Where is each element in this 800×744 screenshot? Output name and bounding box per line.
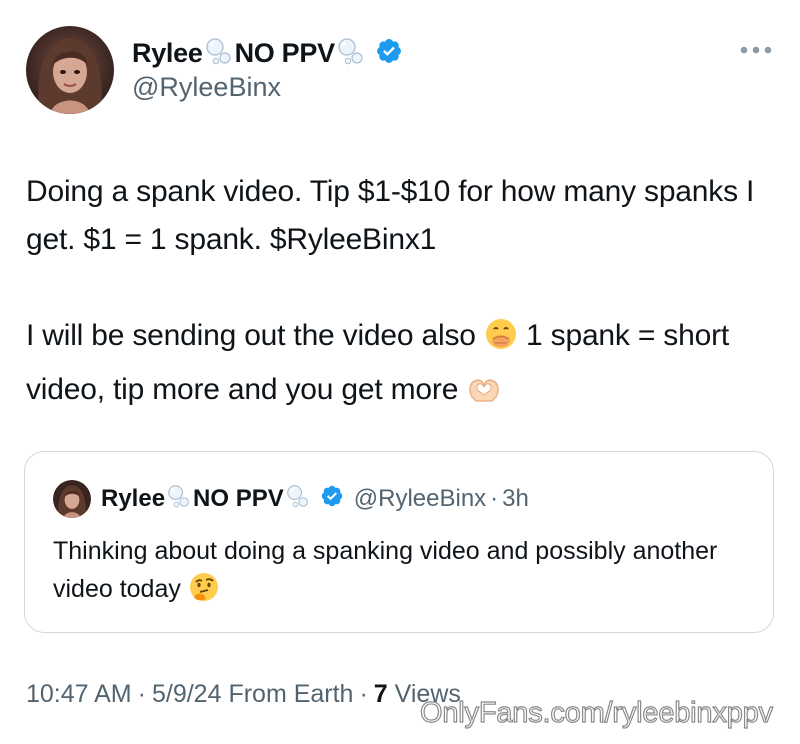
tweet-metadata: 10:47 AM · 5/9/24 From Earth · 7 Views: [26, 680, 461, 709]
author-display-name-second[interactable]: NO PPV: [235, 38, 336, 69]
tweet-paragraph-1: Doing a spank video. Tip $1-$10 for how …: [26, 175, 755, 256]
quoted-handle: @RyleeBinx: [353, 485, 487, 512]
more-options-icon[interactable]: [738, 42, 774, 58]
verified-badge-icon: [320, 484, 344, 515]
quoted-tweet[interactable]: Rylee NO PPV @RyleeBinx · 3h Thinking ab…: [24, 451, 774, 633]
face-with-hand-over-mouth-emoji-icon: [484, 317, 518, 366]
quoted-text: Thinking about doing a spanking video an…: [53, 532, 753, 614]
heart-hands-emoji-icon: [466, 372, 502, 420]
meta-separator: ·: [137, 680, 146, 708]
quoted-display-name-first: Rylee: [101, 485, 166, 512]
tweet-paragraph-2: I will be sending out the video also 1 s…: [26, 312, 786, 420]
tweet-card: Rylee NO PPV @RyleeBinx Doing a spank vi…: [0, 0, 800, 744]
author-handle[interactable]: @RyleeBinx: [132, 72, 281, 103]
quoted-text-content: Thinking about doing a spanking video an…: [53, 537, 718, 603]
quoted-display-name-second: NO PPV: [193, 485, 284, 512]
watermark: OnlyFans.com/ryleebinxppv: [419, 696, 773, 729]
author-avatar[interactable]: [26, 26, 114, 114]
quoted-separator: ·: [490, 485, 499, 512]
author-name-row[interactable]: Rylee NO PPV: [132, 34, 403, 72]
bubbles-icon: [167, 483, 191, 516]
views-count: 7: [373, 680, 388, 708]
quoted-header: Rylee NO PPV @RyleeBinx · 3h: [101, 480, 529, 518]
quoted-author-avatar[interactable]: [53, 480, 91, 518]
tweet-time[interactable]: 10:47 AM: [26, 680, 132, 708]
thinking-face-emoji-icon: [188, 571, 220, 614]
bubbles-icon: [286, 483, 310, 516]
meta-separator: ·: [359, 680, 368, 708]
bubbles-icon: [205, 36, 233, 71]
verified-badge-icon: [375, 37, 403, 70]
quoted-timestamp[interactable]: 3h: [502, 485, 529, 513]
tweet-source: From Earth: [228, 680, 354, 708]
tweet-date[interactable]: 5/9/24: [152, 680, 222, 708]
author-display-name-first[interactable]: Rylee: [132, 38, 203, 69]
tweet-text: Doing a spank video. Tip $1-$10 for how …: [26, 168, 786, 420]
tweet-paragraph-2-part-a: I will be sending out the video also: [26, 319, 476, 352]
bubbles-icon: [337, 36, 365, 71]
